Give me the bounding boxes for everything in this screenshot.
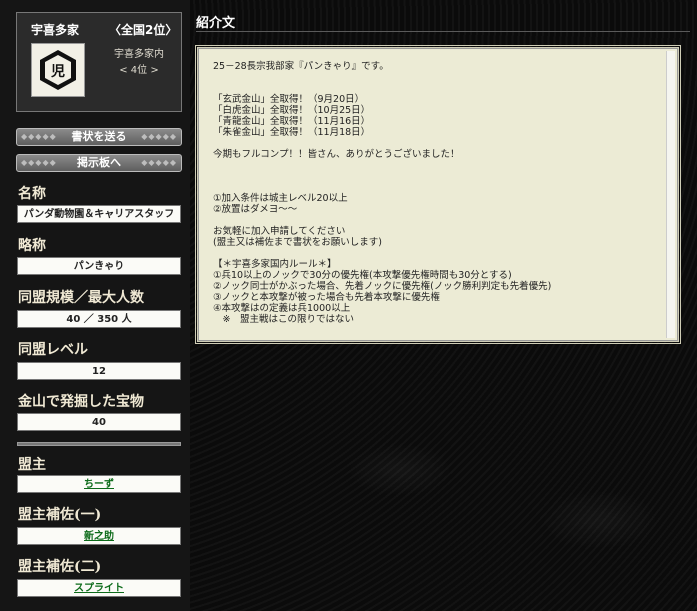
intro-line: 「玄武金山」全取得！（9月20日） (213, 94, 365, 105)
intro-line (213, 182, 663, 193)
scale-label: 同盟規模／最大人数 (18, 290, 144, 306)
level-label: 同盟レベル (18, 342, 88, 358)
level-value: 12 (17, 362, 181, 380)
title-rule (196, 31, 690, 32)
sidebar: 宇喜多家 〈全国2位〉 児 宇喜多家内 < 4位 > ◆◆◆◆◆ 書状を送る ◆… (0, 0, 190, 611)
assistant2-label: 盟主補佐(二) (18, 559, 102, 575)
intro-textbox[interactable]: 25－28長宗我部家『パンきゃり』です。 「玄武金山」全取得！（9月20日） 「白… (195, 45, 681, 344)
intro-line: 「白虎金山」全取得！（10月25日） (213, 105, 371, 116)
intro-line: 今期もフルコンプ！！皆さん、ありがとうございました！ (213, 149, 460, 160)
intro-line (213, 138, 663, 149)
leader-link[interactable]: ちーず (17, 475, 181, 493)
treasure-label: 金山で発掘した宝物 (18, 394, 144, 410)
family-rank: < 4位 > (119, 65, 159, 76)
house-name: 宇喜多家 (31, 23, 80, 37)
assistant1-label: 盟主補佐(一) (18, 507, 102, 523)
intro-line: ①加入条件は城主レベル20以上 (213, 193, 348, 204)
svg-text:児: 児 (50, 64, 65, 80)
national-rank: 〈全国2位〉 (109, 23, 178, 37)
intro-line (213, 215, 663, 226)
name-label: 名称 (18, 186, 46, 202)
treasure-value: 40 (17, 413, 181, 431)
send-letter-label: 書状を送る (71, 130, 127, 143)
intro-line: ④本攻撃はの定義は兵1000以上 (213, 303, 351, 314)
intro-line: ※ 盟主戦はこの限りではない (213, 314, 354, 325)
decor-dots-icon: ◆◆◆◆◆ (141, 158, 177, 167)
intro-line: ②ノック同士がかぶった場合、先着ノックに優先権(ノック勝利判定も先着優先) (213, 281, 552, 292)
scrollbar[interactable] (666, 51, 675, 338)
intro-line (213, 160, 663, 171)
family-label: 宇喜多家内 (114, 49, 164, 60)
main-panel: 紹介文 25－28長宗我部家『パンきゃり』です。 「玄武金山」全取得！（9月20… (190, 0, 697, 611)
intro-line: (盟主又は補佐まで書状をお願いします) (213, 237, 382, 248)
divider (17, 442, 181, 446)
intro-line (213, 248, 663, 259)
intro-line: 「青龍金山」全取得！（11月16日） (213, 116, 371, 127)
intro-line (213, 171, 663, 182)
intro-title: 紹介文 (196, 16, 236, 31)
short-name-label: 略称 (18, 238, 46, 254)
intro-line: ②放置はダメヨ～～ (213, 204, 298, 215)
leader-label: 盟主 (18, 457, 46, 473)
assistant2-link[interactable]: スプライト (17, 579, 181, 597)
intro-line: 25－28長宗我部家『パンきゃり』です。 (213, 61, 389, 72)
intro-line: お気軽に加入申請してください (213, 226, 346, 237)
board-label: 掲示板へ (77, 156, 121, 169)
alliance-profile-card: 宇喜多家 〈全国2位〉 児 宇喜多家内 < 4位 > (16, 12, 182, 112)
intro-line: ③ノックと本攻撃が被った場合も先着本攻撃に優先権 (213, 292, 440, 303)
board-button[interactable]: ◆◆◆◆◆ 掲示板へ ◆◆◆◆◆ (16, 154, 182, 172)
intro-line: ①兵10以上のノックで30分の優先権(本攻撃優先権時間も30分とする) (213, 270, 512, 281)
intro-line: 【＊宇喜多家国内ルール＊】 (213, 259, 337, 270)
decor-dots-icon: ◆◆◆◆◆ (21, 158, 57, 167)
scale-value: 40 ／ 350 人 (17, 310, 181, 328)
decor-dots-icon: ◆◆◆◆◆ (141, 132, 177, 141)
send-letter-button[interactable]: ◆◆◆◆◆ 書状を送る ◆◆◆◆◆ (16, 128, 182, 146)
intro-line (213, 72, 663, 83)
decor-dots-icon: ◆◆◆◆◆ (21, 132, 57, 141)
intro-line (213, 83, 663, 94)
intro-line: 「朱雀金山」全取得！（11月18日） (213, 127, 371, 138)
intro-text: 25－28長宗我部家『パンきゃり』です。 「玄武金山」全取得！（9月20日） 「白… (213, 61, 663, 325)
name-value: パンダ動物園＆キャリアスタッフ (17, 205, 181, 223)
assistant1-link[interactable]: 新之助 (17, 527, 181, 545)
short-name-value: パンきゃり (17, 257, 181, 275)
family-crest-icon: 児 (31, 43, 85, 97)
